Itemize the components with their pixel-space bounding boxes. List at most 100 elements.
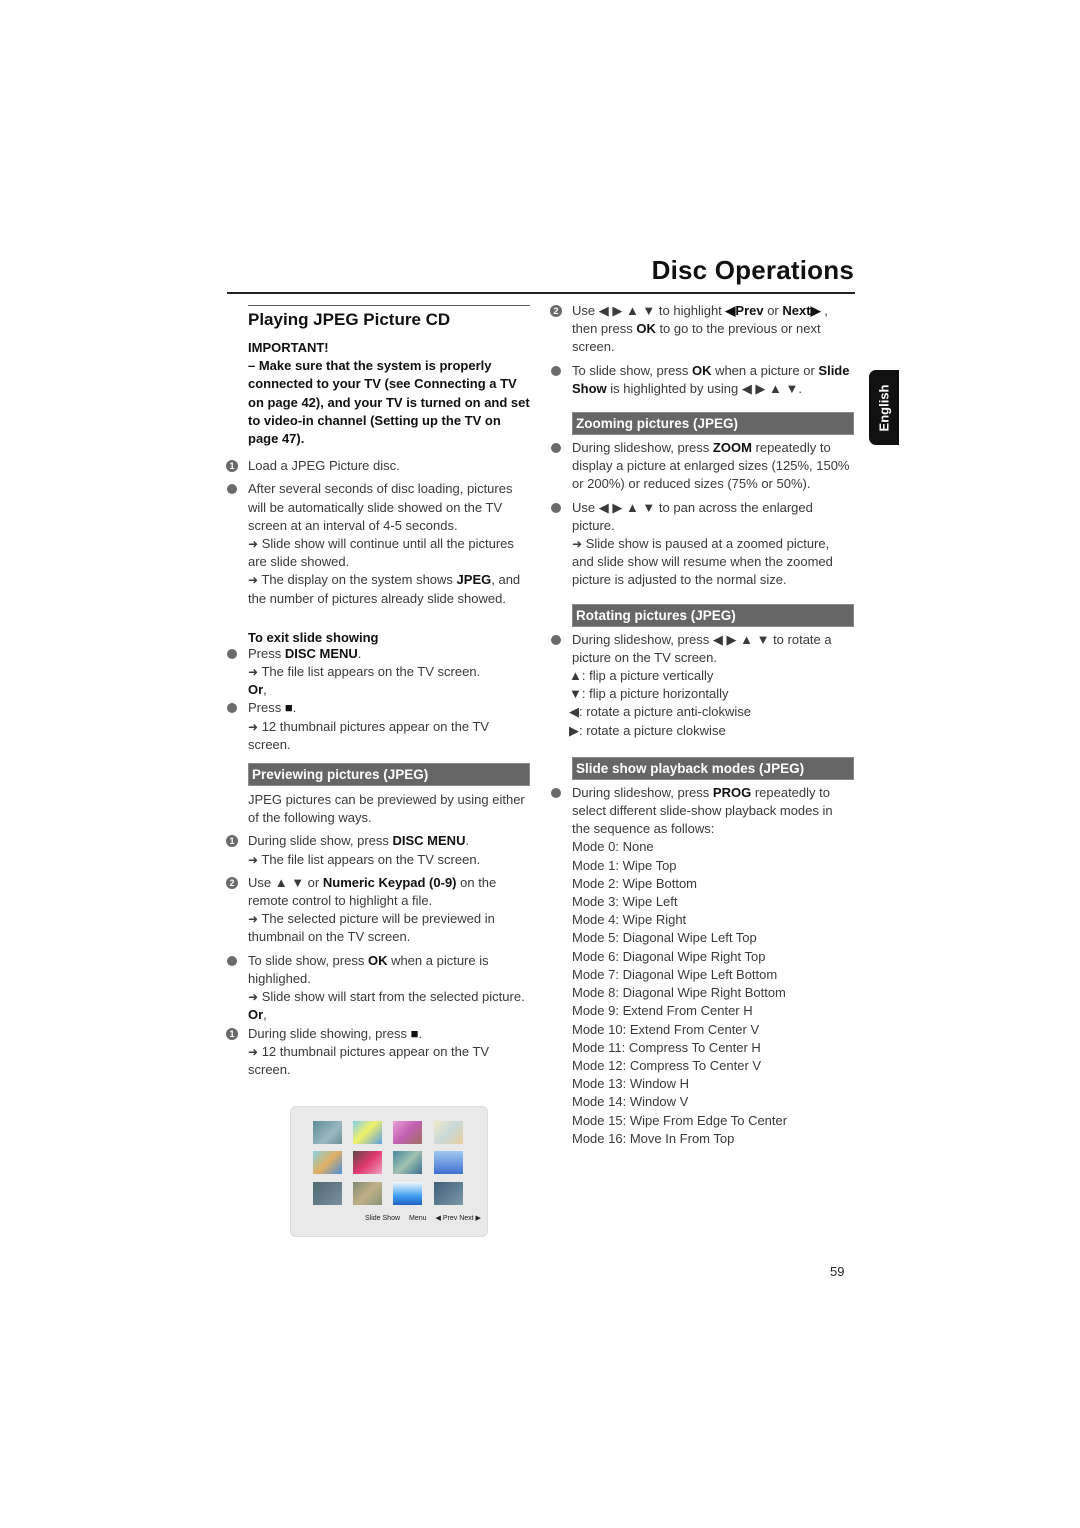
section-bar-rotating: Rotating pictures (JPEG)	[572, 603, 854, 627]
bullet-icon	[227, 955, 237, 966]
auto-slideshow-item: After several seconds of disc loading, p…	[224, 480, 530, 607]
arrow-icon: ➜	[248, 665, 259, 680]
r1-text: Use ◀ ▶ ▲ ▼ to highlight	[572, 303, 726, 318]
r2-text: To slide show, press	[572, 362, 692, 378]
thumbnail-menu-bar: Slide Show Menu ◀ Prev Next ▶	[365, 1214, 490, 1222]
thumbnail	[313, 1121, 342, 1144]
important-text: – Make sure that the system is properly …	[248, 358, 530, 447]
zoom-item-1: During slideshow, press ZOOM repeatedly …	[548, 439, 854, 494]
thumbnail-screen-illustration: Slide Show Menu ◀ Prev Next ▶	[290, 1106, 488, 1237]
pv1-text: During slide show, press	[248, 833, 393, 849]
page-number: 59	[830, 1264, 845, 1279]
preview-item-ok: To slide show, press OK when a picture i…	[224, 952, 530, 1025]
ok-label: OK	[691, 362, 712, 378]
prev-label: ◀Prev	[725, 303, 764, 318]
rotate-item: During slideshow, press ◀ ▶ ▲ ▼ to rotat…	[548, 631, 854, 740]
pv1-note: The file list appears on the TV screen.	[261, 851, 481, 867]
step-2-highlight-prev-next: 2 Use ◀ ▶ ▲ ▼ to highlight ◀Prev or Next…	[548, 302, 854, 357]
mode-item: Mode 13: Window H	[572, 1076, 690, 1092]
language-tab: English	[869, 370, 899, 445]
mode-item: Mode 1: Wipe Top	[572, 857, 677, 873]
step-2-icon: 2	[226, 876, 238, 889]
stop-icon: ■	[410, 1025, 419, 1041]
next-label: Next▶	[782, 303, 821, 318]
thumbnail	[434, 1121, 463, 1144]
r2-end: is highlighted by using ◀ ▶ ▲ ▼.	[606, 380, 802, 396]
exit-item-1: Press DISC MENU. ➜ The file list appears…	[224, 645, 530, 700]
z1-text: During slideshow, press	[572, 440, 713, 456]
preview-step-1: 1 During slide show, press DISC MENU. ➜ …	[224, 832, 530, 868]
thumbnail	[393, 1151, 422, 1174]
pv2-note: The selected picture will be previewed i…	[248, 911, 495, 945]
pv3-note: Slide show will start from the selected …	[261, 989, 525, 1005]
bullet-icon	[551, 365, 561, 376]
important-label: IMPORTANT!	[248, 340, 329, 355]
r1-or: or	[763, 303, 783, 318]
rotate-line: ▲: flip a picture vertically	[569, 668, 714, 684]
pv3-text: To slide show, press	[248, 952, 368, 968]
thumbnail	[313, 1151, 342, 1174]
mode-item: Mode 4: Wipe Right	[572, 912, 687, 928]
auto-note-1: Slide show will continue until all the p…	[248, 536, 514, 570]
right-column: 2 Use ◀ ▶ ▲ ▼ to highlight ◀Prev or Next…	[548, 302, 854, 1148]
step-2-icon: 2	[550, 305, 562, 317]
section-bar-zooming: Zooming pictures (JPEG)	[572, 412, 854, 436]
exit-press-2: Press	[248, 700, 285, 716]
exit-press: Press	[248, 645, 285, 661]
r2-mid: when a picture or	[711, 362, 819, 378]
exit-note-2: 12 thumbnail pictures appear on the TV s…	[248, 718, 490, 752]
z2-note: Slide show is paused at a zoomed picture…	[572, 536, 833, 588]
rotate-line: ◀: rotate a picture anti-clokwise	[569, 704, 751, 720]
arrow-icon: ➜	[248, 719, 259, 734]
auto-note-2: The display on the system shows	[261, 572, 457, 588]
bullet-icon	[551, 634, 561, 645]
numeric-keypad-label: Numeric Keypad (0-9)	[322, 874, 457, 890]
or-label: Or	[248, 1007, 264, 1023]
arrow-icon: ➜	[248, 1044, 259, 1059]
pv2-text: Use ▲ ▼ or	[248, 874, 323, 890]
menu-label: Menu	[409, 1215, 427, 1222]
arrow-icon: ➜	[248, 852, 259, 867]
bullet-icon	[227, 703, 237, 714]
disc-menu-label: DISC MENU	[284, 645, 358, 661]
mode-item: Mode 11: Compress To Center H	[572, 1039, 761, 1055]
page-title: Disc Operations	[651, 255, 854, 285]
exit-note-1: The file list appears on the TV screen.	[261, 664, 481, 680]
left-column: Playing JPEG Picture CD IMPORTANT! – Mak…	[224, 305, 530, 1079]
section-rule	[248, 305, 530, 306]
rotate-intro: During slideshow, press ◀ ▶ ▲ ▼ to rotat…	[572, 631, 832, 665]
mode-list: Mode 0: None Mode 1: Wipe Top Mode 2: Wi…	[572, 838, 854, 1147]
thumbnail	[353, 1182, 382, 1205]
thumbnail	[434, 1151, 463, 1174]
thumbnail	[353, 1151, 382, 1174]
mode-item: Mode 5: Diagonal Wipe Left Top	[572, 930, 757, 946]
mode-item: Mode 0: None	[572, 839, 654, 855]
zoom-item-2: Use ◀ ▶ ▲ ▼ to pan across the enlarged p…	[548, 499, 854, 590]
mode-item: Mode 2: Wipe Bottom	[572, 875, 697, 891]
pv4-note: 12 thumbnail pictures appear on the TV s…	[248, 1043, 490, 1077]
slide-show-label: Slide Show	[365, 1215, 401, 1222]
or-label: Or	[248, 682, 264, 698]
arrow-icon: ➜	[248, 573, 259, 588]
preview-step-stop: 1 During slide showing, press ■. ➜ 12 th…	[224, 1025, 530, 1080]
mode-item: Mode 7: Diagonal Wipe Left Bottom	[572, 966, 778, 982]
jpeg-label: JPEG	[456, 572, 492, 588]
thumbnail	[434, 1182, 463, 1205]
prev-next-label: ◀ Prev Next ▶	[435, 1215, 481, 1222]
modes-item: During slideshow, press PROG repeatedly …	[548, 784, 854, 1148]
disc-menu-label: DISC MENU	[392, 833, 466, 849]
rotate-line: ▶: rotate a picture clokwise	[569, 722, 726, 738]
arrow-icon: ➜	[572, 537, 583, 552]
prog-label: PROG	[712, 784, 752, 800]
mode-item: Mode 9: Extend From Center H	[572, 1003, 753, 1019]
arrow-icon: ➜	[248, 990, 259, 1005]
language-tab-label: English	[876, 384, 892, 431]
mode-item: Mode 6: Diagonal Wipe Right Top	[572, 948, 766, 964]
bullet-icon	[551, 443, 561, 454]
section-bar-playback-modes: Slide show playback modes (JPEG)	[572, 756, 854, 780]
modes-text: During slideshow, press	[572, 784, 713, 800]
mode-item: Mode 16: Move In From Top	[572, 1130, 735, 1146]
section-title: Playing JPEG Picture CD	[248, 310, 451, 329]
zoom-label: ZOOM	[712, 440, 752, 456]
z2-text: Use ◀ ▶ ▲ ▼ to pan across the enlarged p…	[572, 499, 813, 533]
